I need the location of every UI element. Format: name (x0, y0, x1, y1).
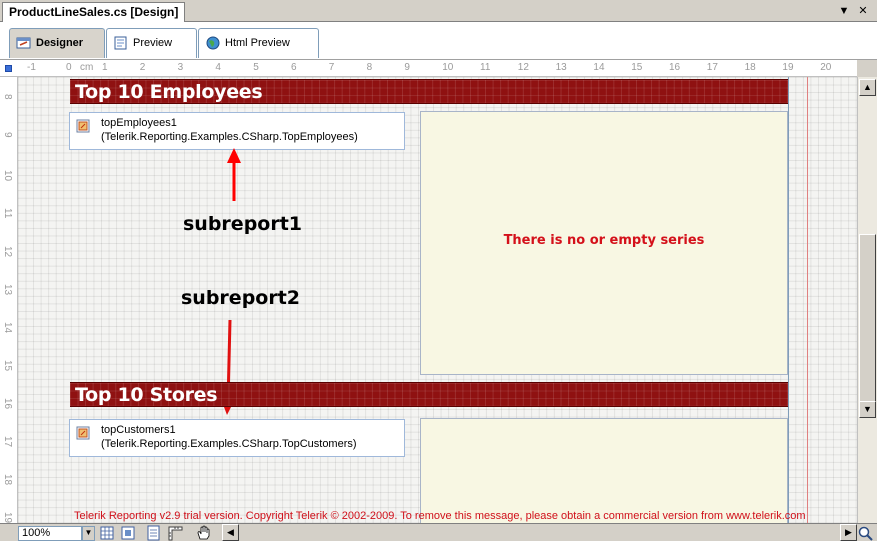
ruler-tick-label: 11 (480, 62, 491, 73)
ruler-tick-label: cm (80, 62, 94, 73)
ruler-tick-label: 19 (782, 62, 794, 73)
ruler-tick-label: 8 (2, 94, 13, 100)
ruler-tick-label: 17 (2, 436, 13, 448)
ruler-tick-label: 16 (669, 62, 681, 73)
ruler-tick-label: 6 (291, 62, 297, 73)
ruler-tick-label: 0 (66, 62, 72, 73)
ruler-tick-label: 11 (2, 208, 13, 219)
ruler-tick-label: 17 (706, 62, 718, 73)
hand-tool-icon[interactable] (195, 525, 212, 541)
scroll-up-button[interactable]: ▲ (859, 79, 876, 96)
ruler-tick-label: 4 (215, 62, 221, 73)
scroll-down-button[interactable]: ▼ (859, 401, 876, 418)
view-tab-bar: Designer Preview Html Preview (0, 22, 877, 60)
ruler-tick-label: 7 (328, 62, 335, 73)
trial-message: Telerik Reporting v2.9 trial version. Co… (74, 510, 806, 522)
ruler-tick-label: 19 (2, 512, 13, 523)
design-canvas[interactable]: Top 10 Employees topEmployees1 (Telerik.… (18, 77, 857, 523)
close-icon[interactable]: ✕ (856, 4, 870, 18)
grid-icon[interactable] (99, 525, 116, 541)
ruler-tick-label: 5 (253, 62, 259, 73)
ruler-tick-label: 8 (366, 62, 373, 73)
ruler-tick-label: 9 (404, 62, 410, 73)
ruler-tick-label: 12 (2, 246, 13, 258)
stores-header-band[interactable]: Top 10 Stores (70, 382, 788, 407)
ruler-tick-label: 10 (442, 62, 454, 73)
document-tab[interactable]: ProductLineSales.cs [Design] (2, 2, 186, 22)
page-layout-icon[interactable] (145, 525, 162, 541)
tab-html-preview[interactable]: Html Preview (198, 28, 319, 58)
preview-icon (114, 36, 127, 50)
vertical-scrollbar[interactable]: ▲ ▼ (857, 77, 877, 523)
subreport-icon (76, 426, 90, 440)
ruler-tick-label: -1 (27, 62, 36, 73)
ruler-tick-label: 16 (2, 398, 13, 410)
ruler-tick-label: 9 (2, 132, 13, 138)
vertical-scroll-thumb[interactable] (859, 234, 876, 417)
horizontal-ruler: -1 0 cm 1 2 3 4 5 6 7 8 9 10 11 12 13 14 15 16 17 18 19 20 (18, 60, 857, 77)
zoom-magnifier-icon[interactable] (857, 525, 874, 541)
ruler-toggle-icon[interactable] (167, 525, 184, 541)
ruler-tick-label: 12 (517, 62, 529, 73)
zoom-dropdown-button[interactable]: ▼ (82, 526, 95, 541)
scroll-right-button[interactable]: ▶ (840, 524, 857, 541)
section-title: Top 10 Stores (75, 384, 218, 406)
zoom-combobox[interactable]: 100% (18, 526, 82, 541)
subreport-type: (Telerik.Reporting.Examples.CSharp.TopCu… (101, 438, 357, 450)
designer-bottom-bar: 100% ▼ ◀ ▶ (0, 523, 877, 541)
tab-html-preview-label: Html Preview (225, 37, 290, 49)
tab-designer-label: Designer (36, 37, 84, 49)
designer-icon (16, 37, 31, 49)
ruler-tick-label: 18 (744, 62, 756, 73)
tab-preview[interactable]: Preview (106, 28, 197, 58)
ruler-tick-label: 14 (2, 322, 13, 334)
ruler-tick-label: 14 (593, 62, 605, 73)
document-tab-strip: ProductLineSales.cs [Design] ▼ ✕ (0, 0, 877, 22)
ruler-tick-label: 13 (555, 62, 567, 73)
ruler-tick-label: 3 (177, 62, 184, 73)
ruler-corner[interactable] (0, 60, 18, 77)
tab-designer[interactable]: Designer (9, 28, 105, 58)
ruler-tick-label: 15 (631, 62, 643, 73)
scroll-left-button[interactable]: ◀ (222, 524, 239, 541)
arrow-up (227, 148, 241, 201)
ruler-tick-label: 15 (2, 360, 13, 372)
snap-to-grid-icon[interactable] (120, 525, 137, 541)
vertical-ruler: 8 9 10 11 12 13 14 15 16 17 18 19 (0, 77, 18, 523)
ruler-tick-label: 2 (139, 62, 146, 73)
subreport-name: topCustomers1 (101, 424, 176, 436)
window-dropdown-icon[interactable]: ▼ (837, 4, 851, 18)
tab-preview-label: Preview (133, 37, 173, 49)
ruler-tick-label: 1 (102, 62, 108, 73)
chart-placeholder-2[interactable] (420, 418, 788, 523)
subreport-top-customers[interactable]: topCustomers1 (Telerik.Reporting.Example… (69, 419, 405, 457)
ruler-tick-label: 18 (2, 474, 13, 486)
ruler-tick-label: 20 (820, 62, 832, 73)
ruler-tick-label: 13 (2, 284, 13, 296)
ruler-tick-label: 10 (2, 170, 13, 182)
globe-icon (206, 36, 220, 50)
